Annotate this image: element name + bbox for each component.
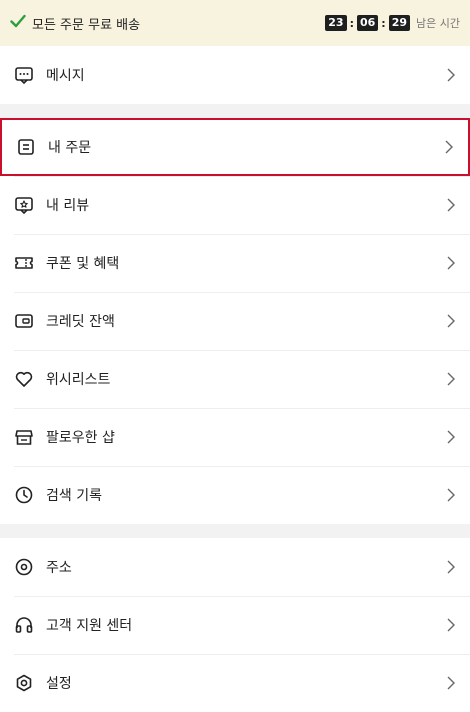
section-divider [0,104,470,118]
menu-item-label: 메시지 [46,68,85,84]
countdown-separator: : [349,16,354,30]
menu-item-address[interactable]: 주소 [0,538,470,596]
countdown-minutes: 06 [356,15,379,31]
countdown-hours: 23 [325,15,347,31]
menu-item-credit-balance[interactable]: 크레딧 잔액 [0,292,470,350]
menu-group-account: 내 주문 내 리뷰 쿠폰 및 혜택 크레딧 잔액 위시리스트 팔로우한 샵 검색… [0,118,470,524]
store-icon [14,427,34,447]
menu-item-messages[interactable]: 메시지 [0,46,470,104]
chevron-right-icon [444,198,458,212]
countdown-timer: 23 : 06 : 29 남은 시간 [325,15,460,31]
menu-item-label: 쿠폰 및 혜택 [46,256,120,272]
review-icon [14,195,34,215]
countdown-seconds: 29 [388,15,411,31]
menu-item-coupons[interactable]: 쿠폰 및 혜택 [0,234,470,292]
settings-gear-icon [14,673,34,693]
menu-item-label: 크레딧 잔액 [46,314,115,330]
menu-item-label: 내 리뷰 [46,198,90,214]
chevron-right-icon [444,314,458,328]
menu-item-label: 내 주문 [48,140,92,156]
chevron-right-icon [444,430,458,444]
chevron-right-icon [442,140,456,154]
countdown-separator: : [381,16,386,30]
chevron-right-icon [444,488,458,502]
menu-item-my-orders[interactable]: 내 주문 [0,118,470,176]
chevron-right-icon [444,618,458,632]
remaining-time-label: 남은 시간 [416,17,460,30]
menu-item-label: 고객 지원 센터 [46,618,133,634]
heart-icon [14,369,34,389]
menu-item-label: 위시리스트 [46,372,111,388]
order-list-icon [16,137,36,157]
location-pin-icon [14,557,34,577]
menu-item-wishlist[interactable]: 위시리스트 [0,350,470,408]
clock-icon [14,485,34,505]
chevron-right-icon [444,560,458,574]
menu-item-my-reviews[interactable]: 내 리뷰 [0,176,470,234]
chevron-right-icon [444,68,458,82]
menu-item-label: 검색 기록 [46,488,102,504]
free-shipping-text: 모든 주문 무료 배송 [32,17,141,33]
check-icon [10,14,26,32]
menu-item-settings[interactable]: 설정 [0,654,470,712]
chevron-right-icon [444,256,458,270]
chevron-right-icon [444,676,458,690]
coupon-icon [14,253,34,273]
menu-group-messages: 메시지 [0,46,470,104]
chevron-right-icon [444,372,458,386]
menu-item-label: 설정 [46,676,72,692]
menu-item-customer-support[interactable]: 고객 지원 센터 [0,596,470,654]
menu-group-settings: 주소 고객 지원 센터 설정 [0,538,470,712]
menu-item-label: 주소 [46,560,72,576]
wallet-icon [14,311,34,331]
menu-item-search-history[interactable]: 검색 기록 [0,466,470,524]
menu-item-followed-shops[interactable]: 팔로우한 샵 [0,408,470,466]
section-divider [0,524,470,538]
menu-item-label: 팔로우한 샵 [46,430,115,446]
free-shipping-banner: 모든 주문 무료 배송 23 : 06 : 29 남은 시간 [0,0,470,46]
message-icon [14,65,34,85]
headphones-icon [14,615,34,635]
